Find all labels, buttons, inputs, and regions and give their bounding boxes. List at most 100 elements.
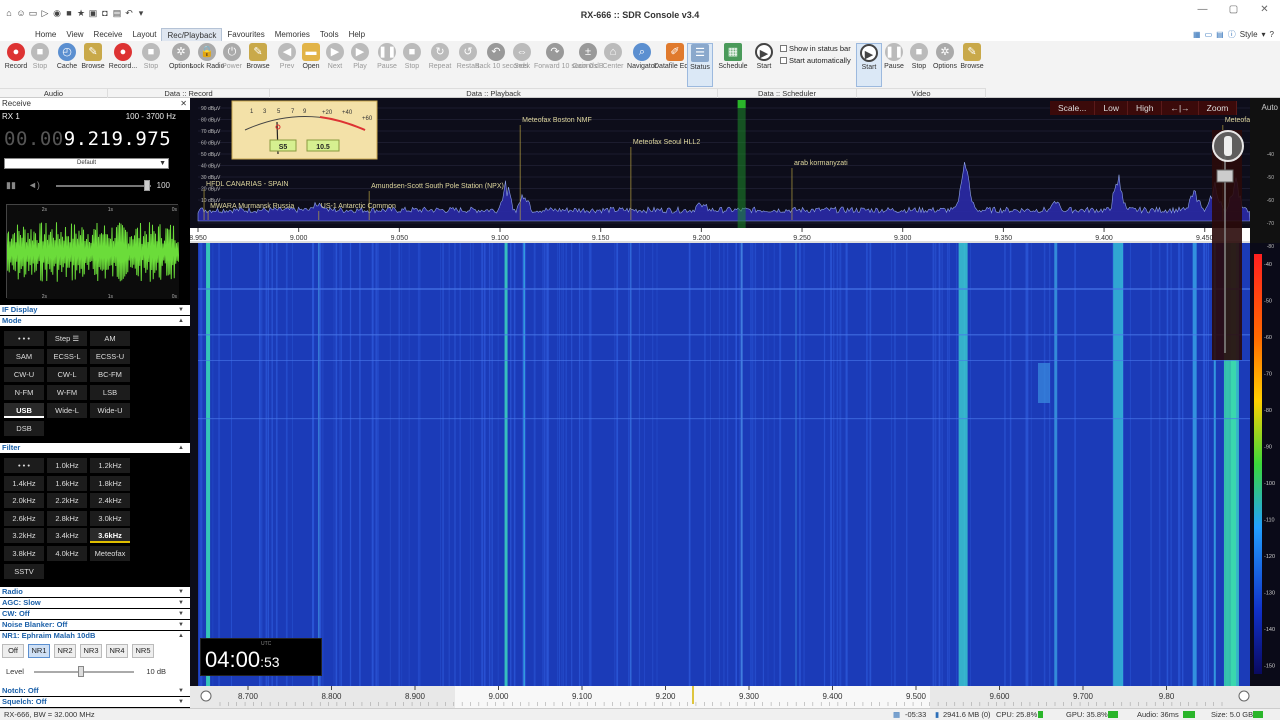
forward-10-seconds-button[interactable]: ↷ Forward 10 seconds bbox=[534, 43, 597, 87]
filter-button-2-2khz[interactable]: 2.2kHz bbox=[47, 493, 87, 509]
menu-view[interactable]: View bbox=[61, 28, 88, 41]
mode-button-step[interactable]: Step ☰ bbox=[47, 331, 87, 346]
filter-button-4-0khz[interactable]: 4.0kHz bbox=[47, 546, 87, 561]
spectrum-waterfall-canvas[interactable]: 90 dBµV 80 dBµV 70 dBµV 60 dBµV 50 dBµV 40 dB… bbox=[189, 98, 1280, 708]
speaker-icon[interactable]: ◄) bbox=[28, 180, 40, 190]
volume-slider-track[interactable] bbox=[56, 185, 151, 187]
seek-button[interactable]: ⇔ Seek bbox=[509, 43, 535, 87]
status-button[interactable]: ☰ Status bbox=[687, 43, 713, 87]
mode-button-usb[interactable]: USB bbox=[4, 403, 44, 418]
filter-button-1-6khz[interactable]: 1.6kHz bbox=[47, 475, 87, 491]
info-icon[interactable]: ⓘ bbox=[1228, 29, 1236, 40]
menu-home[interactable]: Home bbox=[30, 28, 61, 41]
close-icon[interactable]: ✕ bbox=[1249, 4, 1280, 15]
spectrum-high-button[interactable]: High bbox=[1127, 101, 1163, 115]
start-button[interactable]: ▶ Start bbox=[751, 43, 777, 87]
filter-button-meteofax[interactable]: Meteofax bbox=[90, 546, 130, 561]
spectrum-waterfall-area[interactable]: 90 dBµV 80 dBµV 70 dBµV 60 dBµV 50 dBµV 40 dB… bbox=[189, 98, 1280, 708]
menu-help[interactable]: Help bbox=[344, 28, 370, 41]
filter-button-1-2khz[interactable]: 1.2kHz bbox=[90, 458, 130, 473]
checkbox-box[interactable] bbox=[780, 45, 787, 52]
cw-header[interactable]: CW: Off ▼ bbox=[0, 609, 190, 619]
window-icon[interactable]: ▤ bbox=[1216, 30, 1224, 39]
help-icon[interactable]: ? bbox=[1270, 30, 1274, 39]
menu-rec-playback[interactable]: Rec/Playback bbox=[161, 28, 223, 41]
waterfall-streak bbox=[956, 243, 958, 686]
show-in-status-bar-checkbox[interactable]: Show in status bar bbox=[780, 44, 851, 53]
mode-button-wide-u[interactable]: Wide-U bbox=[90, 403, 130, 418]
mode-button-bc-fm[interactable]: BC-FM bbox=[90, 367, 130, 382]
frequency-display[interactable]: 00.009.219.975 bbox=[4, 128, 171, 150]
auto-label[interactable]: Auto bbox=[1262, 103, 1278, 112]
filter-button-1-4khz[interactable]: 1.4kHz bbox=[4, 475, 44, 491]
nr-button-nr1[interactable]: NR1 bbox=[28, 644, 50, 658]
filter-button-1-0khz[interactable]: 1.0kHz bbox=[47, 458, 87, 473]
menu-favourites[interactable]: Favourites bbox=[222, 28, 269, 41]
if-display-header[interactable]: IF Display ▼ bbox=[0, 305, 190, 315]
spectrum-scale-button[interactable]: Scale... bbox=[1050, 101, 1096, 115]
notch-header[interactable]: Notch: Off ▼ bbox=[0, 686, 190, 696]
mode-button-am[interactable]: AM bbox=[90, 331, 130, 346]
level-slider-track[interactable] bbox=[34, 671, 134, 673]
nr-button-nr3[interactable]: NR3 bbox=[80, 644, 102, 658]
mode-button-ecss-l[interactable]: ECSS-L bbox=[47, 349, 87, 364]
filter-button-sstv[interactable]: SSTV bbox=[4, 563, 44, 579]
radio-header[interactable]: Radio ▼ bbox=[0, 587, 190, 597]
monitor-icon[interactable]: ▭ bbox=[1205, 30, 1213, 39]
browse-button[interactable]: ✎ Browse bbox=[959, 43, 985, 87]
chevron-down-icon: ▼ bbox=[178, 307, 184, 313]
spectrum-low-button[interactable]: Low bbox=[1095, 101, 1128, 115]
ribbon: Show in status bar Start automatically ●… bbox=[0, 41, 1280, 98]
filter-header[interactable]: Filter ▲ bbox=[0, 443, 190, 453]
start-automatically-checkbox[interactable]: Start automatically bbox=[780, 56, 851, 65]
profile-dropdown[interactable]: Default ▼ bbox=[4, 158, 169, 169]
level-slider-thumb[interactable] bbox=[78, 666, 84, 677]
filter-button-2-6khz[interactable]: 2.6kHz bbox=[4, 510, 44, 526]
filter-button-3-2khz[interactable]: 3.2kHz bbox=[4, 528, 44, 544]
agc-header[interactable]: AGC: Slow ▼ bbox=[0, 598, 190, 608]
spectrum-zoom-button[interactable]: Zoom bbox=[1198, 101, 1238, 115]
squelch-header[interactable]: Squelch: Off ▼ bbox=[0, 697, 190, 707]
chevron-down-icon[interactable]: ▾ bbox=[1262, 30, 1266, 39]
mode-button-wide-l[interactable]: Wide-L bbox=[47, 403, 87, 418]
maximize-icon[interactable]: ▢ bbox=[1218, 4, 1249, 15]
mode-header[interactable]: Mode ▲ bbox=[0, 316, 190, 326]
filter-button-3-8khz[interactable]: 3.8kHz bbox=[4, 546, 44, 561]
filter-button-more[interactable]: • • • bbox=[4, 458, 44, 473]
menu-tools[interactable]: Tools bbox=[315, 28, 344, 41]
mode-button-dsb[interactable]: DSB bbox=[4, 421, 44, 436]
menu-receive[interactable]: Receive bbox=[89, 28, 128, 41]
mode-button-more[interactable]: • • • bbox=[4, 331, 44, 346]
memory-icon: ▮ bbox=[935, 710, 940, 719]
mode-button-lsb[interactable]: LSB bbox=[90, 385, 130, 400]
filter-button-3-6khz[interactable]: 3.6kHz bbox=[90, 528, 130, 544]
volume-slider-thumb[interactable] bbox=[144, 180, 150, 191]
nr-button-nr2[interactable]: NR2 bbox=[54, 644, 76, 658]
filter-button-3-0khz[interactable]: 3.0kHz bbox=[90, 510, 130, 526]
filter-button-2-0khz[interactable]: 2.0kHz bbox=[4, 493, 44, 509]
minimize-icon[interactable]: — bbox=[1187, 4, 1218, 15]
spectrum-span-button[interactable]: ←|→ bbox=[1162, 101, 1199, 115]
freq-tick-label: 9.450 bbox=[1196, 235, 1214, 242]
color-scale-label: -60 bbox=[1264, 335, 1272, 341]
mode-button-w-fm[interactable]: W-FM bbox=[47, 385, 87, 400]
menu-memories[interactable]: Memories bbox=[270, 28, 315, 41]
close-icon[interactable]: ✕ bbox=[180, 98, 187, 110]
filter-button-2-4khz[interactable]: 2.4kHz bbox=[90, 493, 130, 509]
nr-button-off[interactable]: Off bbox=[2, 644, 24, 658]
filter-button-1-8khz[interactable]: 1.8kHz bbox=[90, 475, 130, 491]
menu-layout[interactable]: Layout bbox=[127, 28, 161, 41]
style-menu[interactable]: Style bbox=[1240, 30, 1258, 39]
layout-icon[interactable]: ▦ bbox=[1193, 30, 1201, 39]
mode-button-sam[interactable]: SAM bbox=[4, 349, 44, 364]
mode-button-cw-l[interactable]: CW-L bbox=[47, 367, 87, 382]
nr-button-nr4[interactable]: NR4 bbox=[106, 644, 128, 658]
mode-button-cw-u[interactable]: CW-U bbox=[4, 367, 44, 382]
filter-button-2-8khz[interactable]: 2.8kHz bbox=[47, 510, 87, 526]
noise-blanker-header[interactable]: Noise Blanker: Off ▼ bbox=[0, 620, 190, 630]
navigator-button[interactable]: ⌕ Navigator bbox=[627, 43, 657, 87]
mode-button-ecss-u[interactable]: ECSS-U bbox=[90, 349, 130, 364]
filter-button-3-4khz[interactable]: 3.4kHz bbox=[47, 528, 87, 544]
mode-button-n-fm[interactable]: N-FM bbox=[4, 385, 44, 400]
nr-button-nr5[interactable]: NR5 bbox=[132, 644, 154, 658]
